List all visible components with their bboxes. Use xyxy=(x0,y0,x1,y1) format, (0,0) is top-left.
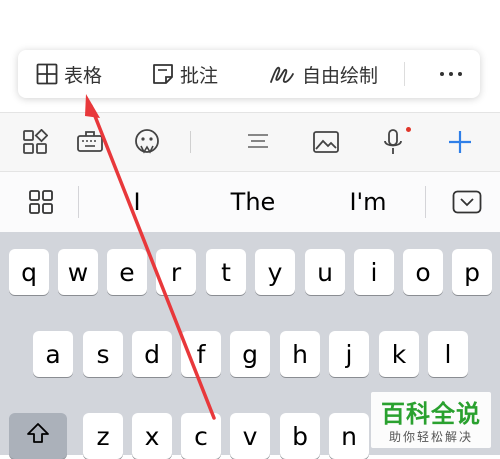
key-x[interactable]: x xyxy=(132,413,172,459)
suggestion-word[interactable]: I'm xyxy=(311,172,425,232)
popup-item-freehand[interactable]: 自由绘制 xyxy=(268,50,378,98)
watermark-title: 百科全说 xyxy=(381,400,481,428)
suggestion-bar: I The I'm xyxy=(0,172,500,232)
key-a[interactable]: a xyxy=(33,331,73,377)
freehand-draw-icon xyxy=(268,62,296,86)
watermark-subtitle: 助你轻松解决 xyxy=(388,430,473,444)
key-o[interactable]: o xyxy=(403,249,443,295)
key-r[interactable]: r xyxy=(156,249,196,295)
key-w[interactable]: w xyxy=(58,249,98,295)
watermark-logo: 百科全说 助你轻松解决 xyxy=(371,392,491,448)
popup-item-table[interactable]: 表格 xyxy=(36,50,102,98)
key-h[interactable]: h xyxy=(280,331,320,377)
shift-icon xyxy=(25,421,51,451)
key-g[interactable]: g xyxy=(230,331,270,377)
key-u[interactable]: u xyxy=(305,249,345,295)
popup-item-label: 自由绘制 xyxy=(302,64,379,87)
key-i[interactable]: i xyxy=(354,249,394,295)
key-z[interactable]: z xyxy=(83,413,123,459)
insert-popup-menu: 表格 批注 自由绘制 xyxy=(18,50,480,98)
key-s[interactable]: s xyxy=(83,331,123,377)
key-v[interactable]: v xyxy=(230,413,270,459)
popup-item-label: 批注 xyxy=(180,64,219,87)
plus-icon[interactable] xyxy=(440,113,480,171)
keyboard-hide-icon[interactable] xyxy=(452,190,482,218)
mic-notification-dot xyxy=(406,127,411,132)
key-t[interactable]: t xyxy=(206,249,246,295)
grid-icon[interactable] xyxy=(28,189,54,219)
key-l[interactable]: l xyxy=(428,331,468,377)
shift-key[interactable] xyxy=(9,413,67,459)
key-q[interactable]: q xyxy=(9,249,49,295)
popup-divider xyxy=(404,62,405,86)
microphone-icon[interactable] xyxy=(373,113,413,171)
align-text-icon[interactable] xyxy=(238,113,278,171)
key-k[interactable]: k xyxy=(379,331,419,377)
image-icon[interactable] xyxy=(306,113,346,171)
key-p[interactable]: p xyxy=(452,249,492,295)
editor-toolbar xyxy=(0,112,500,172)
key-d[interactable]: d xyxy=(132,331,172,377)
more-icon[interactable] xyxy=(437,50,464,98)
table-icon xyxy=(36,63,58,85)
key-j[interactable]: j xyxy=(329,331,369,377)
popup-item-comment[interactable]: 批注 xyxy=(152,50,218,98)
key-b[interactable]: b xyxy=(280,413,320,459)
key-c[interactable]: c xyxy=(181,413,221,459)
apps-grid-icon[interactable] xyxy=(15,113,55,171)
suggestion-divider xyxy=(425,186,426,218)
popup-item-label: 表格 xyxy=(64,64,103,87)
key-n[interactable]: n xyxy=(329,413,369,459)
toolbar-divider xyxy=(190,131,191,153)
emoji-icon[interactable] xyxy=(127,113,167,171)
key-y[interactable]: y xyxy=(255,249,295,295)
key-e[interactable]: e xyxy=(107,249,147,295)
comment-icon xyxy=(152,63,174,85)
suggestion-word[interactable]: The xyxy=(195,172,311,232)
key-f[interactable]: f xyxy=(181,331,221,377)
keyboard-briefcase-icon[interactable] xyxy=(70,113,110,171)
suggestion-word[interactable]: I xyxy=(79,172,195,232)
